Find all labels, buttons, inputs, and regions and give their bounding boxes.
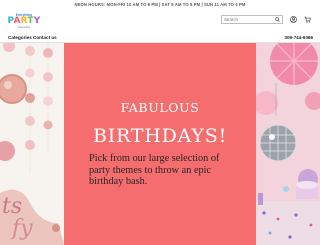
party-decor-image <box>256 43 320 245</box>
search-icon[interactable] <box>275 17 280 23</box>
logo-letter: Y <box>33 16 41 26</box>
announcement-bar: NEON HOURS: MON-FRI 10 AM TO 6 PM | SAT … <box>0 0 320 10</box>
user-icon[interactable] <box>290 16 297 23</box>
logo[interactable]: Everything PARTY Superstore <box>7 13 41 31</box>
hero-text-panel: FABULOUS BIRTHDAYS! Pick from our large … <box>64 43 256 245</box>
logo-tagline: Superstore <box>17 26 31 29</box>
search-input[interactable] <box>224 16 272 24</box>
hero-headline-birthdays: BIRTHDAYS! <box>92 125 228 147</box>
svg-text:fy: fy <box>10 216 33 241</box>
logo-letter: A <box>13 16 21 26</box>
party-decor-image: ts fy <box>0 43 64 245</box>
nav-categories[interactable]: Categories <box>8 35 32 41</box>
hero-subtext: Pick from our large selection of party t… <box>89 153 220 187</box>
main-nav: Categories Contact us 309-744-9366 <box>0 32 320 43</box>
logo-wordmark: PARTY <box>7 17 41 26</box>
nav-contact-us[interactable]: Contact us <box>33 35 57 41</box>
search-box <box>221 15 283 24</box>
cart-icon[interactable] <box>304 16 311 23</box>
hero-left-image: ts fy <box>0 43 64 245</box>
phone-number[interactable]: 309-744-9366 <box>284 35 313 41</box>
hero-banner[interactable]: ts fy FABULOUS BIRTHDAYS! Pick from our … <box>0 43 320 245</box>
hero-headline-fabulous: FABULOUS <box>120 100 200 115</box>
hero-right-image <box>256 43 320 245</box>
